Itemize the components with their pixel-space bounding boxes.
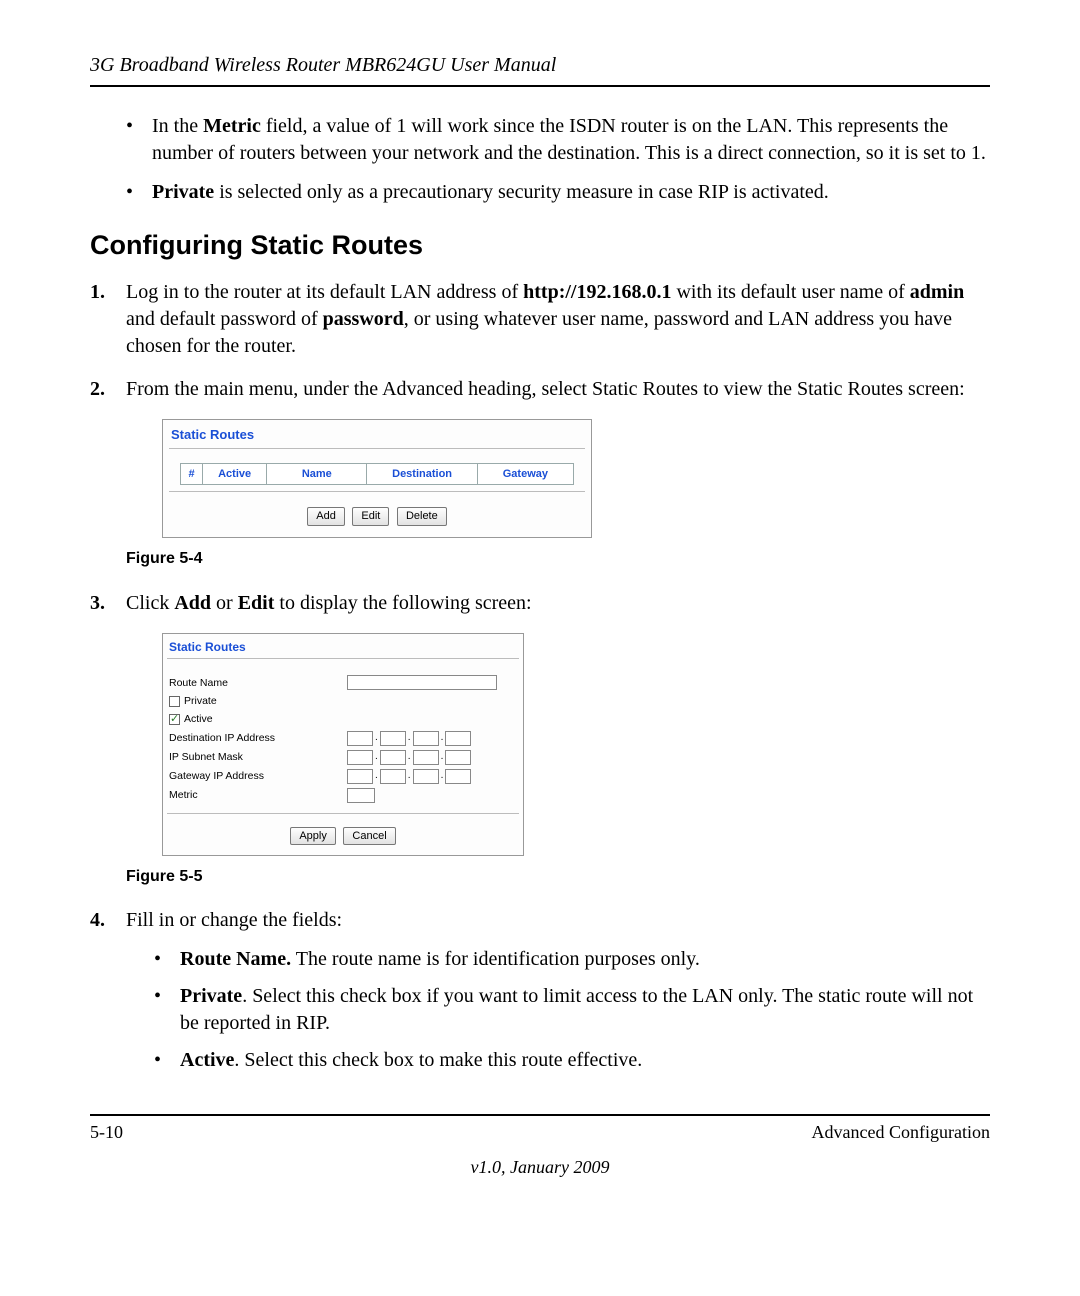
figure-5-5-panel: Static Routes Route Name Private Active [162, 633, 524, 856]
panel-title: Static Routes [163, 420, 591, 448]
label-metric: Metric [169, 788, 347, 802]
row-private: Private [163, 692, 523, 710]
text: . Select this check box if you want to l… [180, 985, 973, 1034]
edit-button[interactable]: Edit [352, 507, 389, 526]
url-text: http://192.168.0.1 [523, 281, 671, 303]
step-4: Fill in or change the fields: Route Name… [90, 907, 990, 1074]
text: Log in to the router at its default LAN … [126, 281, 523, 303]
step-1: Log in to the router at its default LAN … [90, 279, 990, 360]
text: to display the following screen: [274, 592, 531, 614]
dest-ip-oct4[interactable] [445, 731, 471, 746]
text-bold: admin [910, 281, 964, 303]
label-private: Private [184, 694, 217, 708]
figure-caption: Figure 5-5 [126, 866, 990, 888]
steps-list: Log in to the router at its default LAN … [90, 279, 990, 1074]
col-gateway: Gateway [477, 463, 573, 485]
private-checkbox[interactable] [169, 696, 180, 707]
dest-ip-oct2[interactable] [380, 731, 406, 746]
sub-bullet-list: Route Name. The route name is for identi… [126, 946, 990, 1074]
text: is selected only as a precautionary secu… [214, 181, 829, 203]
text-bold: Private [180, 985, 242, 1007]
text: and default password of [126, 308, 323, 330]
static-routes-table: # Active Name Destination Gateway [180, 463, 574, 486]
text-bold: password [323, 308, 404, 330]
text-bold: Metric [203, 115, 261, 137]
col-destination: Destination [367, 463, 477, 485]
gateway-oct2[interactable] [380, 769, 406, 784]
metric-input[interactable] [347, 788, 375, 803]
button-row: Add Edit Delete [169, 491, 585, 537]
figure-caption: Figure 5-4 [126, 548, 990, 570]
row-gateway: Gateway IP Address . . . [163, 767, 523, 786]
row-active: Active [163, 710, 523, 728]
text: with its default user name of [671, 281, 909, 303]
text: field, a value of 1 will work since the … [152, 115, 986, 164]
section-heading: Configuring Static Routes [90, 230, 990, 261]
step-2: From the main menu, under the Advanced h… [90, 376, 990, 570]
label-subnet: IP Subnet Mask [169, 750, 347, 764]
cancel-button[interactable]: Cancel [343, 827, 395, 846]
text: The route name is for identification pur… [291, 948, 700, 970]
gateway-oct1[interactable] [347, 769, 373, 784]
dest-ip-oct1[interactable] [347, 731, 373, 746]
text-bold: Active [180, 1049, 234, 1071]
page-header: 3G Broadband Wireless Router MBR624GU Us… [90, 54, 990, 87]
text: Fill in or change the fields: [126, 909, 342, 931]
row-subnet: IP Subnet Mask . . . [163, 748, 523, 767]
row-metric: Metric [163, 786, 523, 805]
figure-5-4-panel: Static Routes # Active Name Destination … [162, 419, 592, 538]
subnet-oct1[interactable] [347, 750, 373, 765]
footer-section: Advanced Configuration [812, 1122, 990, 1143]
route-name-input[interactable] [347, 675, 497, 690]
text: . Select this check box to make this rou… [234, 1049, 642, 1071]
apply-button[interactable]: Apply [290, 827, 336, 846]
active-checkbox[interactable] [169, 714, 180, 725]
label-route-name: Route Name [169, 676, 347, 690]
col-active: Active [203, 463, 267, 485]
col-name: Name [267, 463, 367, 485]
gateway-oct3[interactable] [413, 769, 439, 784]
subnet-oct4[interactable] [445, 750, 471, 765]
row-route-name: Route Name [163, 673, 523, 692]
row-dest-ip: Destination IP Address . . . [163, 729, 523, 748]
sub-active: Active. Select this check box to make th… [154, 1047, 990, 1074]
text-bold: Private [152, 181, 214, 203]
subnet-oct2[interactable] [380, 750, 406, 765]
delete-button[interactable]: Delete [397, 507, 447, 526]
intro-bullet-list: In the Metric field, a value of 1 will w… [90, 113, 990, 206]
label-active: Active [184, 712, 213, 726]
label-gateway: Gateway IP Address [169, 769, 347, 783]
sub-private: Private. Select this check box if you wa… [154, 983, 990, 1037]
bullet-private: Private is selected only as a precaution… [126, 179, 990, 206]
text: Click [126, 592, 174, 614]
bullet-metric: In the Metric field, a value of 1 will w… [126, 113, 990, 167]
panel-title: Static Routes [163, 634, 523, 658]
text: or [211, 592, 238, 614]
page-number: 5-10 [90, 1122, 123, 1143]
text-bold: Edit [238, 592, 275, 614]
text-bold: Route Name. [180, 948, 291, 970]
text: In the [152, 115, 203, 137]
dest-ip-oct3[interactable] [413, 731, 439, 746]
label-dest-ip: Destination IP Address [169, 731, 347, 745]
add-button[interactable]: Add [307, 507, 345, 526]
text-bold: Add [174, 592, 211, 614]
step-3: Click Add or Edit to display the followi… [90, 590, 990, 887]
gateway-oct4[interactable] [445, 769, 471, 784]
page-footer: 5-10 Advanced Configuration [90, 1114, 990, 1143]
subnet-oct3[interactable] [413, 750, 439, 765]
sub-route-name: Route Name. The route name is for identi… [154, 946, 990, 973]
col-num: # [181, 463, 203, 485]
footer-version: v1.0, January 2009 [90, 1157, 990, 1178]
button-row: Apply Cancel [167, 813, 519, 855]
text: From the main menu, under the Advanced h… [126, 378, 965, 400]
